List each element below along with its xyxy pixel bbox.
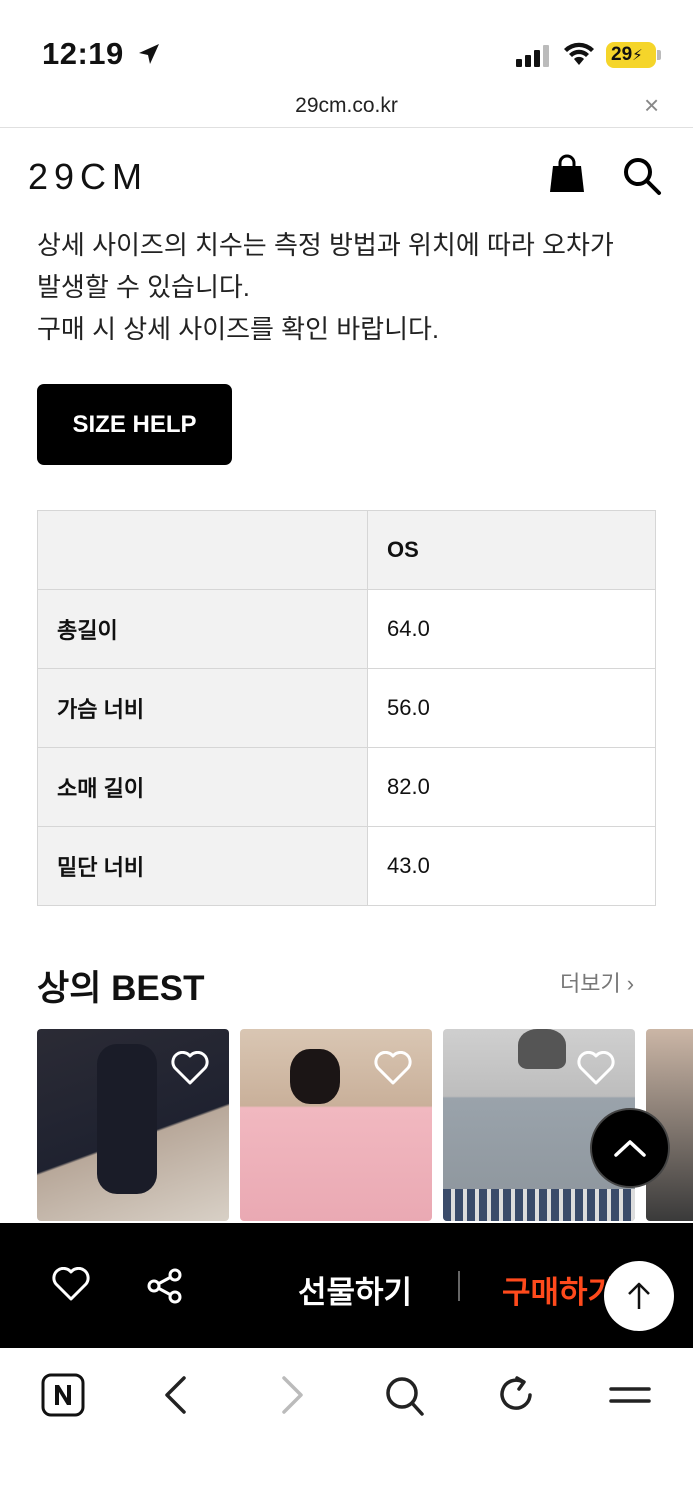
table-row-value: 64.0: [367, 589, 656, 669]
search-icon[interactable]: [384, 1372, 426, 1418]
chevron-right-icon: ›: [626, 971, 635, 996]
table-header-cell: [37, 510, 368, 590]
url-bar[interactable]: 29cm.co.kr ×: [0, 90, 693, 128]
naver-icon[interactable]: [40, 1372, 86, 1418]
table-row-label: 소매 길이: [37, 747, 368, 827]
reload-icon[interactable]: [497, 1372, 537, 1418]
size-notice: 상세 사이즈의 치수는 측정 방법과 위치에 따라 오차가 발생할 수 있습니다…: [37, 224, 667, 350]
forward-icon[interactable]: [278, 1372, 308, 1418]
status-time: 12:19: [42, 36, 124, 71]
scroll-to-top-button[interactable]: [604, 1261, 674, 1331]
section-title: 상의 BEST: [37, 969, 205, 1008]
table-row: 가슴 너비 56.0: [37, 668, 656, 748]
table-row-label: 총길이: [37, 589, 368, 669]
notice-line: 구매 시 상세 사이즈를 확인 바랍니다.: [37, 314, 440, 344]
size-table: OS 총길이 64.0 가슴 너비 56.0 소매 길이 82.0 밑단 너비 …: [37, 510, 656, 906]
table-row: 밑단 너비 43.0: [37, 826, 656, 906]
product-image: [518, 1029, 566, 1069]
size-help-button[interactable]: SIZE HELP: [37, 384, 232, 465]
signal-icon: [516, 45, 549, 67]
gift-button[interactable]: 선물하기: [298, 1267, 412, 1312]
table-row-value: 43.0: [367, 826, 656, 906]
table-row-value: 56.0: [367, 668, 656, 748]
product-image-detail: [443, 1189, 635, 1221]
back-icon[interactable]: [160, 1372, 190, 1418]
battery-tip: [657, 50, 661, 60]
logo[interactable]: 29CM: [28, 156, 148, 198]
heart-icon[interactable]: [171, 1051, 209, 1085]
product-card[interactable]: [37, 1029, 229, 1221]
browser-nav: [0, 1348, 693, 1500]
close-icon[interactable]: ×: [644, 90, 659, 121]
table-header-row: OS: [37, 510, 656, 590]
search-icon[interactable]: [622, 156, 662, 196]
divider: [458, 1271, 460, 1301]
shopping-bag-icon[interactable]: [548, 154, 586, 194]
more-label[interactable]: 더보기: [560, 971, 621, 996]
product-card[interactable]: [240, 1029, 432, 1221]
table-row: 총길이 64.0: [37, 589, 656, 669]
table-header-cell: OS: [367, 510, 656, 590]
arrow-up-icon: [628, 1282, 650, 1309]
notice-line: 발생할 수 있습니다.: [37, 272, 251, 302]
product-image: [290, 1049, 340, 1104]
heart-icon[interactable]: [577, 1051, 615, 1085]
heart-icon[interactable]: [374, 1051, 412, 1085]
purchase-bar: 선물하기 구매하기: [0, 1223, 693, 1348]
notice-line: 상세 사이즈의 치수는 측정 방법과 위치에 따라 오차가: [37, 230, 614, 260]
wifi-icon: [564, 42, 594, 65]
product-image: [97, 1044, 157, 1194]
status-bar: 12:19 29⚡: [0, 0, 693, 90]
scroll-to-top-button[interactable]: [590, 1108, 670, 1188]
more-link[interactable]: 더보기 ›: [560, 966, 634, 998]
menu-icon[interactable]: [608, 1372, 652, 1418]
battery-icon: 29⚡: [606, 42, 656, 68]
buy-button[interactable]: 구매하기: [502, 1267, 616, 1312]
table-row-label: 밑단 너비: [37, 826, 368, 906]
share-icon[interactable]: [146, 1267, 184, 1305]
battery-level: 29: [611, 44, 633, 65]
url-text[interactable]: 29cm.co.kr: [0, 94, 693, 118]
table-row: 소매 길이 82.0: [37, 747, 656, 827]
chevron-up-icon: [614, 1140, 646, 1157]
location-arrow-icon: [139, 44, 159, 64]
heart-icon[interactable]: [52, 1267, 90, 1301]
table-row-label: 가슴 너비: [37, 668, 368, 748]
table-row-value: 82.0: [367, 747, 656, 827]
